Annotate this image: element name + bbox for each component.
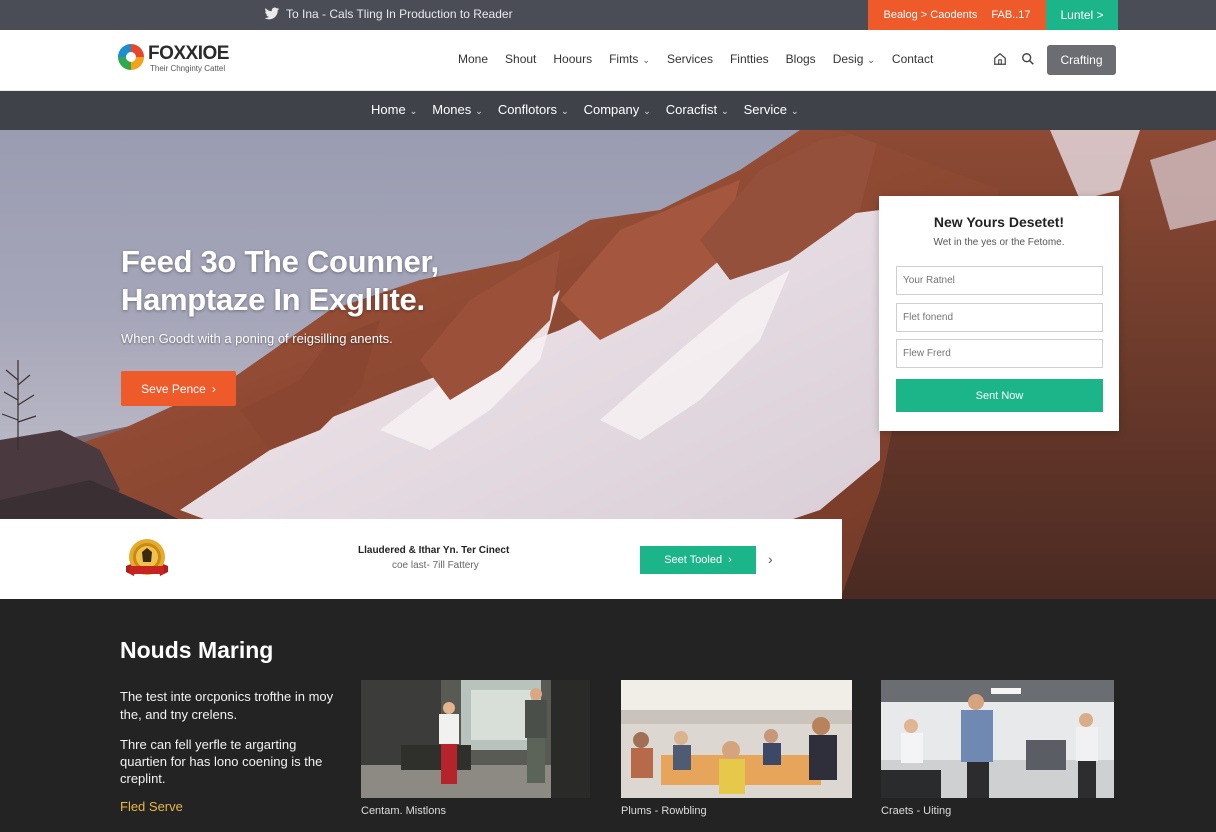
next-arrow-icon[interactable]: › — [768, 551, 773, 567]
hero-cta-label: Seve Pence — [141, 381, 206, 396]
chevron-right-icon: › — [728, 554, 732, 566]
crafting-button[interactable]: Crafting — [1047, 45, 1116, 75]
nav-item-desig-label: Desig — [832, 52, 864, 66]
subnav-item-service[interactable]: Service ⌄ — [744, 102, 799, 117]
subnav-item-coracfist[interactable]: Coracfist ⌄ — [666, 102, 729, 117]
subnav-item-mones[interactable]: Mones ⌄ — [432, 102, 483, 117]
hero-cta-button[interactable]: Seve Pence › — [121, 371, 236, 406]
hero-title: Feed 3o The Counner, Hamptaze In Exgllit… — [121, 244, 439, 317]
nav-item-blogs[interactable]: Blogs — [786, 52, 816, 66]
chevron-right-icon: › — [211, 381, 216, 396]
award-cta-button[interactable]: Seet Tooled › — [640, 546, 756, 574]
nav-item-fimts-label: Fimts — [609, 52, 639, 66]
send-now-label: Sent Now — [975, 389, 1024, 402]
site-header: FOXXIOE Their Chnginty Cattel Mone Shout… — [0, 30, 1216, 91]
main-nav: Mone Shout Hoours Fimts ⌄ Services Fintti… — [458, 52, 933, 66]
section-link[interactable]: Fled Serve — [120, 799, 183, 814]
signup-form: New Yours Desetet! Wet in the yes or the… — [879, 196, 1119, 431]
chevron-down-icon: ⌄ — [867, 55, 875, 65]
subnav-item-mones-label: Mones — [432, 102, 472, 117]
subnav-item-home[interactable]: Home ⌄ — [371, 102, 417, 117]
news-section: Nouds Maring The test inte orcponics tro… — [0, 599, 1216, 832]
award-subtitle: coe last- 7ill Fattery — [392, 560, 479, 571]
form-title: New Yours Desetet! — [933, 214, 1065, 230]
send-now-button[interactable]: Sent Now — [896, 379, 1103, 412]
subnav-item-service-label: Service — [743, 102, 787, 117]
card-image-1[interactable] — [361, 680, 590, 798]
award-cta-label: Seet Tooled — [664, 554, 723, 566]
login-cta-button[interactable]: Bealog > Caodents FAB..17 — [868, 0, 1046, 30]
section-title: Nouds Maring — [120, 637, 274, 663]
home-icon[interactable] — [993, 52, 1007, 66]
twitter-icon — [264, 7, 280, 20]
nav-item-desig[interactable]: Desig ⌄ — [833, 52, 875, 66]
tweet-ticker[interactable]: To Ina - Cals Tling In Production to Rea… — [264, 7, 513, 21]
chevron-down-icon: ⌄ — [642, 55, 650, 65]
nav-item-hoours[interactable]: Hoours — [553, 52, 592, 66]
subnav-item-company-label: Company — [583, 102, 640, 117]
login-cta-extra: FAB..17 — [991, 9, 1031, 21]
award-strip: Llaudered & Ithar Yn. Ter Cinect coe las… — [0, 519, 842, 599]
first-field[interactable] — [896, 303, 1103, 332]
section-paragraph-1: The test inte orcponics trofthe in moy t… — [120, 689, 334, 722]
logo-tagline: Their Chnginty Cattel — [150, 64, 226, 73]
logo-icon — [118, 44, 144, 70]
chevron-down-icon: ⌄ — [643, 106, 651, 116]
section-paragraph-2: Thre can fell yerfle te argarting quarti… — [120, 737, 323, 786]
nav-item-mone[interactable]: Mone — [458, 52, 488, 66]
tweet-text: To Ina - Cals Tling In Production to Rea… — [286, 7, 513, 21]
nav-item-services[interactable]: Services — [667, 52, 713, 66]
contact-cta-button[interactable]: Luntel > — [1046, 0, 1118, 30]
subnav-item-company[interactable]: Company ⌄ — [584, 102, 651, 117]
card-image-3[interactable] — [881, 680, 1114, 798]
friend-field[interactable] — [896, 339, 1103, 368]
site-logo[interactable]: FOXXIOE Their Chnginty Cattel — [118, 44, 229, 74]
nav-item-fintties[interactable]: Fintties — [730, 52, 769, 66]
search-icon[interactable] — [1021, 52, 1035, 66]
subnav-item-coracfist-label: Coracfist — [665, 102, 718, 117]
login-cta-label: Bealog > Caodents — [883, 9, 978, 21]
logo-name: FOXXIOE — [148, 43, 229, 64]
subnav-item-conflotors-label: Conflotors — [497, 102, 558, 117]
form-subtitle: Wet in the yes or the Fetome. — [933, 237, 1065, 248]
chevron-down-icon: ⌄ — [409, 106, 418, 116]
sub-nav: Home ⌄ Mones ⌄ Conflotors ⌄ Company ⌄ Coracf… — [0, 91, 1216, 130]
award-title: Llaudered & Ithar Yn. Ter Cinect — [358, 545, 510, 556]
subnav-item-conflotors[interactable]: Conflotors ⌄ — [498, 102, 569, 117]
top-bar: To Ina - Cals Tling In Production to Rea… — [0, 0, 1216, 30]
name-field[interactable] — [896, 266, 1103, 295]
subnav-item-home-label: Home — [371, 102, 406, 117]
card-caption-2: Plums - Rowbling — [621, 805, 707, 817]
contact-cta-label: Luntel > — [1060, 8, 1104, 22]
hero-subtitle: When Goodt with a poning of reigsilling … — [121, 331, 393, 346]
chevron-down-icon: ⌄ — [475, 106, 483, 116]
nav-item-fimts[interactable]: Fimts ⌄ — [609, 52, 650, 66]
chevron-down-icon: ⌄ — [791, 106, 799, 116]
nav-item-contact[interactable]: Contact — [892, 52, 933, 66]
nav-item-shout[interactable]: Shout — [505, 52, 536, 66]
award-badge-icon — [126, 539, 168, 576]
card-image-2[interactable] — [621, 680, 852, 798]
crafting-button-label: Crafting — [1060, 53, 1103, 67]
chevron-down-icon: ⌄ — [561, 106, 569, 116]
chevron-down-icon: ⌄ — [721, 106, 729, 116]
card-caption-3: Craets - Uiting — [881, 805, 952, 817]
card-caption-1: Centam. Mistlons — [361, 805, 446, 817]
